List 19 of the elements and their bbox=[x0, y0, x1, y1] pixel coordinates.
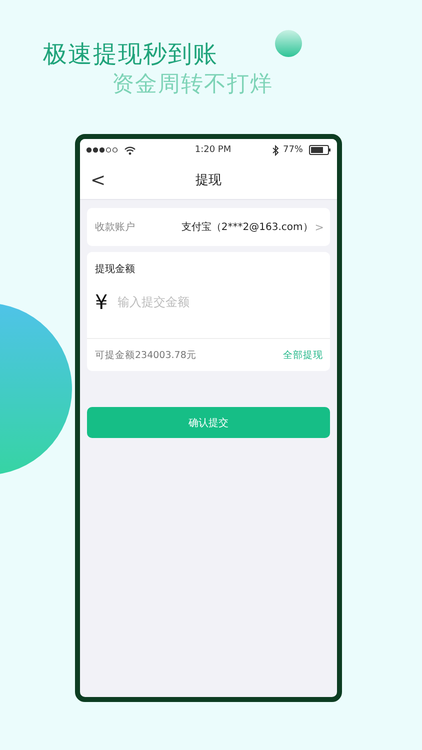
bluetooth-icon bbox=[272, 144, 279, 156]
circle-decoration bbox=[275, 30, 302, 57]
battery-icon bbox=[309, 145, 331, 155]
chevron-icon: > bbox=[314, 220, 324, 234]
signal-icon bbox=[86, 146, 120, 154]
currency-symbol: ¥ bbox=[95, 290, 108, 314]
wifi-icon bbox=[124, 146, 136, 154]
amount-input[interactable]: 输入提交金额 bbox=[116, 294, 300, 310]
account-row[interactable]: 收款账户 支付宝（2***2@163.com） > bbox=[87, 208, 330, 246]
status-time: 1:20 PM bbox=[194, 145, 232, 155]
available-amount: 可提金额234003.78元 bbox=[95, 348, 196, 362]
page-title: 提现 bbox=[196, 172, 222, 189]
account-label: 收款账户 bbox=[95, 220, 135, 234]
amount-title: 提现金额 bbox=[94, 262, 136, 277]
back-button[interactable]: < bbox=[80, 170, 116, 190]
subheadline: 资金周转不打烊 bbox=[112, 71, 273, 99]
battery-percent: 77% bbox=[282, 145, 303, 155]
headline: 极速提现秒到账 bbox=[43, 39, 218, 70]
account-value: 支付宝（2***2@163.com） bbox=[181, 220, 313, 234]
